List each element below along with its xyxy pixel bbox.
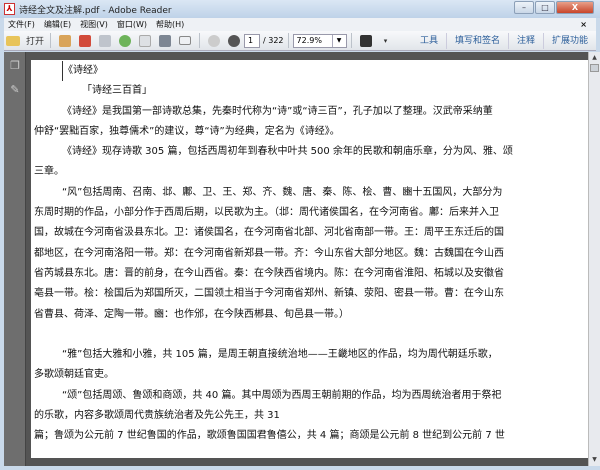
- chevron-down-icon[interactable]: ▼: [331, 34, 346, 47]
- menu-help[interactable]: 帮助(H): [156, 19, 184, 30]
- text-line: 篇；鲁颂为公元前 7 世纪鲁国的作品，歌颂鲁国国君鲁僖公，共 4 篇；商颂是公元…: [34, 430, 505, 442]
- text-line: 省芮城县东北。唐：晋的前身，在今山西省。秦：在今陕西省境内。陈：在今河南省淮阳、…: [34, 267, 504, 279]
- scroll-up-icon[interactable]: ▲: [589, 52, 600, 64]
- toolbar-overflow-icon[interactable]: ▾: [378, 33, 394, 49]
- text-line: 都地区，在今河南洛阳一带。郑：在今河南省新郑县一带。齐：今山东省大部分地区。魏：…: [34, 247, 504, 259]
- maximize-button[interactable]: □: [535, 1, 555, 14]
- expand-icon: [359, 34, 372, 47]
- title-bar: ⅄ 诗经全文及注解.pdf - Adobe Reader – □ X: [0, 0, 600, 18]
- menu-view[interactable]: 视图(V): [80, 19, 108, 30]
- fill-sign-button[interactable]: 填写和签名: [445, 32, 508, 49]
- print-button[interactable]: [157, 33, 173, 49]
- text-line: 《诗经》现存诗歌 305 篇，包括西周初年到春秋中叶共 500 余年的民歌和朝庙…: [62, 146, 513, 158]
- edit-icon: [99, 34, 112, 47]
- cloud-upload-icon: [119, 34, 132, 47]
- pdf-app-icon: ⅄: [4, 3, 15, 15]
- full-screen-button[interactable]: [358, 33, 374, 49]
- save-button[interactable]: [137, 33, 153, 49]
- toolbar: 打开 1 / 322 72.9% ▼ ▾ 工具 填写和签名 注释 扩展功能: [4, 31, 596, 51]
- attachments-paperclip-icon[interactable]: ✎: [9, 84, 21, 96]
- text-line: 省曹县、荷泽、定陶一带。豳：也作邠，在今陕西郴县、旬邑县一带。）: [34, 308, 349, 320]
- create-pdf-icon: [59, 34, 72, 47]
- text-line: “风”包括周南、召南、邶、鄘、卫、王、郑、齐、魏、唐、秦、陈、桧、曹、豳十五国风…: [62, 186, 503, 198]
- text-line: 《诗经》: [62, 61, 586, 82]
- arrow-up-icon: [208, 34, 221, 47]
- next-page-button[interactable]: [226, 33, 242, 49]
- arrow-down-icon: [228, 34, 241, 47]
- text-line: 亳县一带。桧：桧国后为郑国所灭，二国领土相当于今河南省郑州、新镇、荥阳、密县一带…: [34, 288, 504, 300]
- text-line: “颂”包括周颂、鲁颂和商颂，共 40 篇。其中周颂为西周王朝前期的作品，均为西周…: [62, 389, 502, 401]
- extended-button[interactable]: 扩展功能: [542, 32, 596, 49]
- page-total: / 322: [263, 36, 284, 45]
- zoom-value: 72.9%: [296, 35, 322, 45]
- scrollbar-thumb[interactable]: [590, 64, 599, 72]
- menu-edit[interactable]: 编辑(E): [44, 19, 71, 30]
- comment-button[interactable]: 注释: [507, 32, 543, 49]
- navigation-panel: ❐ ✎: [4, 52, 26, 466]
- text-line: 国，故城在今河南省汲县东北。卫：诸侯国名，在今河南省北部、河北省南部一带。王：周…: [34, 227, 504, 239]
- text-line: 东周时期的作品，小部分作于西周后期，以民歌为主。（邶：周代诸侯国名，在今河南省。…: [34, 207, 499, 219]
- close-document-button[interactable]: ×: [580, 20, 587, 29]
- zoom-select[interactable]: 72.9% ▼: [292, 33, 347, 48]
- page-thumbnails-icon[interactable]: ❐: [9, 60, 21, 72]
- menu-window[interactable]: 窗口(W): [117, 19, 147, 30]
- upload-button[interactable]: [117, 33, 133, 49]
- save-icon: [139, 34, 152, 47]
- window-title: 诗经全文及注解.pdf - Adobe Reader: [19, 5, 172, 16]
- scroll-down-icon[interactable]: ▼: [589, 454, 600, 466]
- email-button[interactable]: [177, 33, 193, 49]
- text-line: 多歌颂朝廷官吏。: [34, 369, 114, 381]
- section-heading: 「诗经三百首」: [82, 85, 152, 97]
- page-number-input[interactable]: 1: [244, 33, 261, 48]
- menu-bar: 文件(F) 编辑(E) 视图(V) 窗口(W) 帮助(H) ×: [4, 18, 596, 31]
- text-line: 的乐歌，内容多歌颂周代贵族统治者及先公先王，共 31: [34, 410, 280, 422]
- export-pdf-button[interactable]: [77, 33, 93, 49]
- vertical-scrollbar[interactable]: ▲ ▼: [588, 52, 600, 466]
- text-line: 仲舒“罢黜百家，独尊儒术”的建议，尊“诗”为经典，定名为《诗经》。: [34, 125, 340, 137]
- document-area: ❐ ✎ 《诗经》 「诗经三百首」 《诗经》是我国第一部诗歌总集，先秦时代称为“诗…: [4, 52, 588, 466]
- pdf-page: 《诗经》 「诗经三百首」 《诗经》是我国第一部诗歌总集，先秦时代称为“诗”或“诗…: [31, 60, 588, 458]
- text-line: 《诗经》是我国第一部诗歌总集，先秦时代称为“诗”或“诗三百”，孔子加以了整理。汉…: [62, 105, 493, 117]
- previous-page-button[interactable]: [206, 33, 222, 49]
- text-line: [34, 325, 586, 345]
- print-icon: [159, 34, 172, 47]
- tools-button[interactable]: 工具: [412, 33, 446, 49]
- minimize-button[interactable]: –: [514, 1, 534, 14]
- text-line: 三章。: [34, 166, 64, 178]
- menu-file[interactable]: 文件(F): [8, 19, 35, 30]
- close-button[interactable]: X: [556, 1, 594, 14]
- text-line: “雅”包括大雅和小雅，共 105 篇，是周王朝直接统治地——王畿地区的作品，均为…: [62, 349, 498, 361]
- edit-pdf-button[interactable]: [97, 33, 113, 49]
- create-pdf-button[interactable]: [57, 33, 73, 49]
- open-button[interactable]: 打开: [6, 33, 44, 49]
- open-label: 打开: [26, 37, 45, 47]
- email-icon: [179, 36, 192, 45]
- export-pdf-icon: [79, 34, 92, 47]
- folder-icon: [6, 35, 20, 46]
